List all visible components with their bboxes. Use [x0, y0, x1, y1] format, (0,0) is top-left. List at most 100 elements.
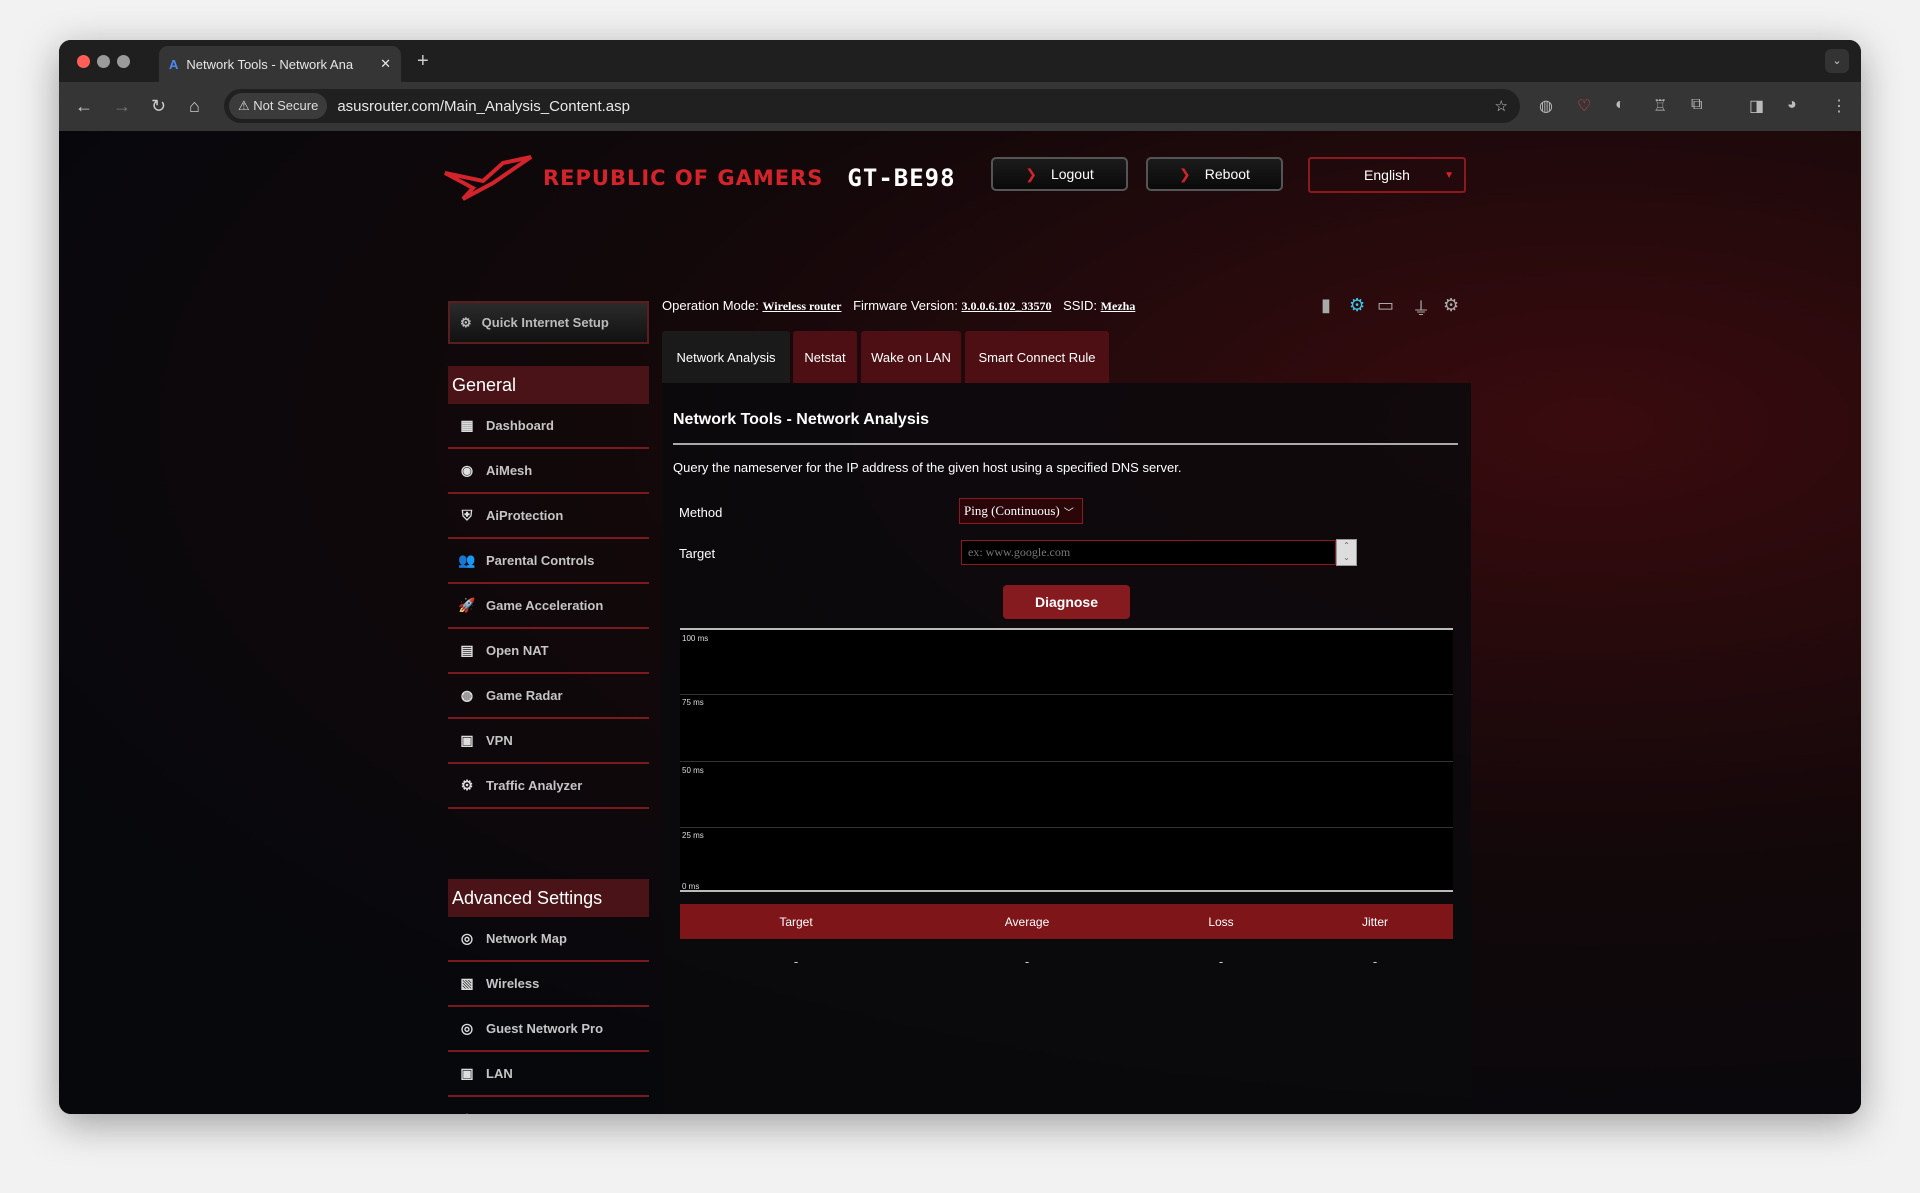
tab-bar: A Network Tools - Network Ana ✕ + ⌄ [59, 40, 1861, 82]
settings-gear-icon[interactable]: ⚙ [1443, 295, 1459, 316]
quick-setup-label: Quick Internet Setup [481, 315, 609, 330]
op-mode-label: Operation Mode: [662, 298, 759, 313]
usb-icon[interactable]: ⏚ [1412, 295, 1430, 321]
sidebar-advanced: Advanced Settings ◎ Network Map ▧ Wireless ◎… [448, 879, 649, 1114]
brand-text: REPUBLIC OF GAMERS [543, 165, 824, 190]
rog-eye-icon [444, 155, 533, 201]
sidebar-item-icon: 👥 [458, 552, 476, 568]
tick-label: 50 ms [682, 766, 704, 775]
sidebar-item-label: LAN [486, 1066, 513, 1081]
reboot-label: Reboot [1204, 166, 1250, 182]
sidebar-item-parental-controls[interactable]: 👥 Parental Controls [448, 539, 649, 584]
sidebar-item-label: Dashboard [486, 418, 554, 433]
sidebar-item-open-nat[interactable]: ▤ Open NAT [448, 629, 649, 674]
internet-status-gear-icon[interactable]: ⚙ [1349, 295, 1365, 316]
sidebar-item-aiprotection[interactable]: ⛨ AiProtection [448, 494, 649, 539]
gridline [680, 761, 1453, 762]
sidebar-item-icon: ◎ [458, 1110, 476, 1114]
sidebar-item-aimesh[interactable]: ◉ AiMesh [448, 449, 649, 494]
logout-label: Logout [1050, 166, 1094, 182]
extension-icon[interactable]: ◐ [1615, 96, 1625, 114]
profile-avatar[interactable]: ◕ [1787, 96, 1797, 114]
sidebar-item-game-radar[interactable]: ◍ Game Radar [448, 674, 649, 719]
logout-button[interactable]: ❯ Logout [991, 157, 1128, 191]
tick-label: 0 ms [682, 882, 700, 891]
col-target: Target [779, 915, 813, 929]
ssid-link[interactable]: Mezha [1101, 299, 1136, 313]
reboot-button[interactable]: ❯ Reboot [1146, 157, 1283, 191]
minimize-window-button[interactable] [97, 55, 110, 68]
page-title: Network Tools - Network Analysis [673, 411, 930, 428]
ssid-label: SSID: [1063, 298, 1098, 313]
method-select[interactable]: Ping (Continuous) ﹀ [959, 498, 1083, 524]
menu-kebab-icon[interactable]: ⋮ [1831, 96, 1847, 116]
sidebar-item-wan[interactable]: ◎ WAN [448, 1097, 649, 1114]
close-tab-icon[interactable]: ✕ [380, 56, 391, 72]
status-info-line: Operation Mode: Wireless router Firmware… [662, 298, 1143, 314]
firmware-label: Firmware Version: [853, 298, 958, 313]
method-label: Method [679, 505, 723, 520]
extension-icon[interactable]: ♖ [1653, 96, 1667, 116]
sidebar-item-traffic-analyzer[interactable]: ⚙ Traffic Analyzer [448, 764, 649, 809]
side-panel-icon[interactable]: ◨ [1749, 96, 1764, 116]
sidebar-item-dashboard[interactable]: ▦ Dashboard [448, 404, 649, 449]
sidebar-item-wireless[interactable]: ▧ Wireless [448, 962, 649, 1007]
forward-icon[interactable]: → [113, 96, 131, 117]
arrow-icon: ❯ [1025, 165, 1037, 182]
sidebar-item-guest-network-pro[interactable]: ◎ Guest Network Pro [448, 1007, 649, 1052]
tab-search-chevron-icon[interactable]: ⌄ [1825, 49, 1849, 73]
clients-monitor-icon[interactable]: ▭ [1377, 295, 1394, 316]
language-select[interactable]: English ▼ [1308, 157, 1466, 193]
section-advanced-settings: Advanced Settings [448, 879, 649, 917]
tick-label: 100 ms [682, 634, 709, 643]
reload-icon[interactable]: ↻ [151, 96, 166, 117]
sidebar-item-icon: ▧ [460, 975, 474, 991]
section-general: General [448, 366, 649, 404]
url-text[interactable]: asusrouter.com/Main_Analysis_Content.asp [337, 98, 630, 115]
pocket-icon[interactable]: ♡ [1577, 96, 1591, 116]
sidebar-item-label: VPN [486, 733, 513, 748]
extensions-puzzle-icon[interactable]: ⧉ [1691, 96, 1702, 114]
col-jitter: Jitter [1361, 915, 1389, 929]
not-secure-badge[interactable]: ⚠ Not Secure [229, 93, 328, 119]
sidebar-item-label: Wireless [486, 976, 540, 991]
sidebar-item-icon: ◉ [460, 462, 474, 478]
address-bar[interactable]: ⚠ Not Secure asusrouter.com/Main_Analysi… [224, 89, 1520, 123]
col-average: Average [1004, 915, 1050, 929]
op-mode-link[interactable]: Wireless router [762, 299, 841, 313]
sidebar-item-network-map[interactable]: ◎ Network Map [448, 917, 649, 962]
sidebar-item-lan[interactable]: ▣ LAN [448, 1052, 649, 1097]
sidebar-item-label: Guest Network Pro [486, 1021, 604, 1036]
tab-wake-on-lan[interactable]: Wake on LAN [861, 331, 961, 383]
sidebar-item-vpn[interactable]: ▣ VPN [448, 719, 649, 764]
sidebar-item-icon: ◎ [460, 930, 474, 946]
dropdown-triangle-icon: ▼ [1444, 169, 1454, 181]
mobile-device-icon[interactable]: ▮ [1321, 295, 1331, 316]
extension-icon[interactable]: ◍ [1539, 96, 1553, 116]
target-input[interactable]: ex: www.google.com [961, 540, 1336, 565]
sidebar-item-game-acceleration[interactable]: 🚀 Game Acceleration [448, 584, 649, 629]
tab-smart-connect-rule[interactable]: Smart Connect Rule [965, 331, 1109, 383]
sidebar-item-label: WAN [486, 1111, 516, 1114]
quick-internet-setup-button[interactable]: ⚙ Quick Internet Setup [448, 301, 649, 344]
close-window-button[interactable] [77, 55, 90, 68]
firmware-link[interactable]: 3.0.0.6.102_33570 [961, 299, 1051, 313]
model-name: GT-BE98 [847, 164, 956, 192]
back-icon[interactable]: ← [75, 96, 93, 117]
sidebar-item-icon: ▦ [460, 417, 474, 433]
arrow-icon: ❯ [1179, 165, 1191, 182]
bookmark-star-icon[interactable]: ☆ [1495, 97, 1508, 115]
tab-network-analysis[interactable]: Network Analysis [662, 331, 790, 383]
sidebar-item-label: Game Acceleration [486, 598, 604, 613]
maximize-window-button[interactable] [117, 55, 130, 68]
new-tab-button[interactable]: + [417, 50, 429, 73]
diagnose-button[interactable]: Diagnose [1003, 585, 1130, 619]
tab-netstat[interactable]: Netstat [793, 331, 857, 383]
rog-logo[interactable]: REPUBLIC OF GAMERS GT-BE98 [443, 153, 956, 203]
browser-tab[interactable]: A Network Tools - Network Ana ✕ [159, 46, 401, 82]
home-icon[interactable]: ⌂ [189, 96, 200, 117]
method-value: Ping (Continuous) [964, 503, 1060, 518]
sidebar-item-label: Open NAT [486, 643, 549, 658]
target-history-spinner[interactable]: ⌃ ⌄ [1336, 539, 1357, 566]
router-page: REPUBLIC OF GAMERS GT-BE98 ❯ Logout ❯ Rebo… [59, 131, 1861, 1114]
